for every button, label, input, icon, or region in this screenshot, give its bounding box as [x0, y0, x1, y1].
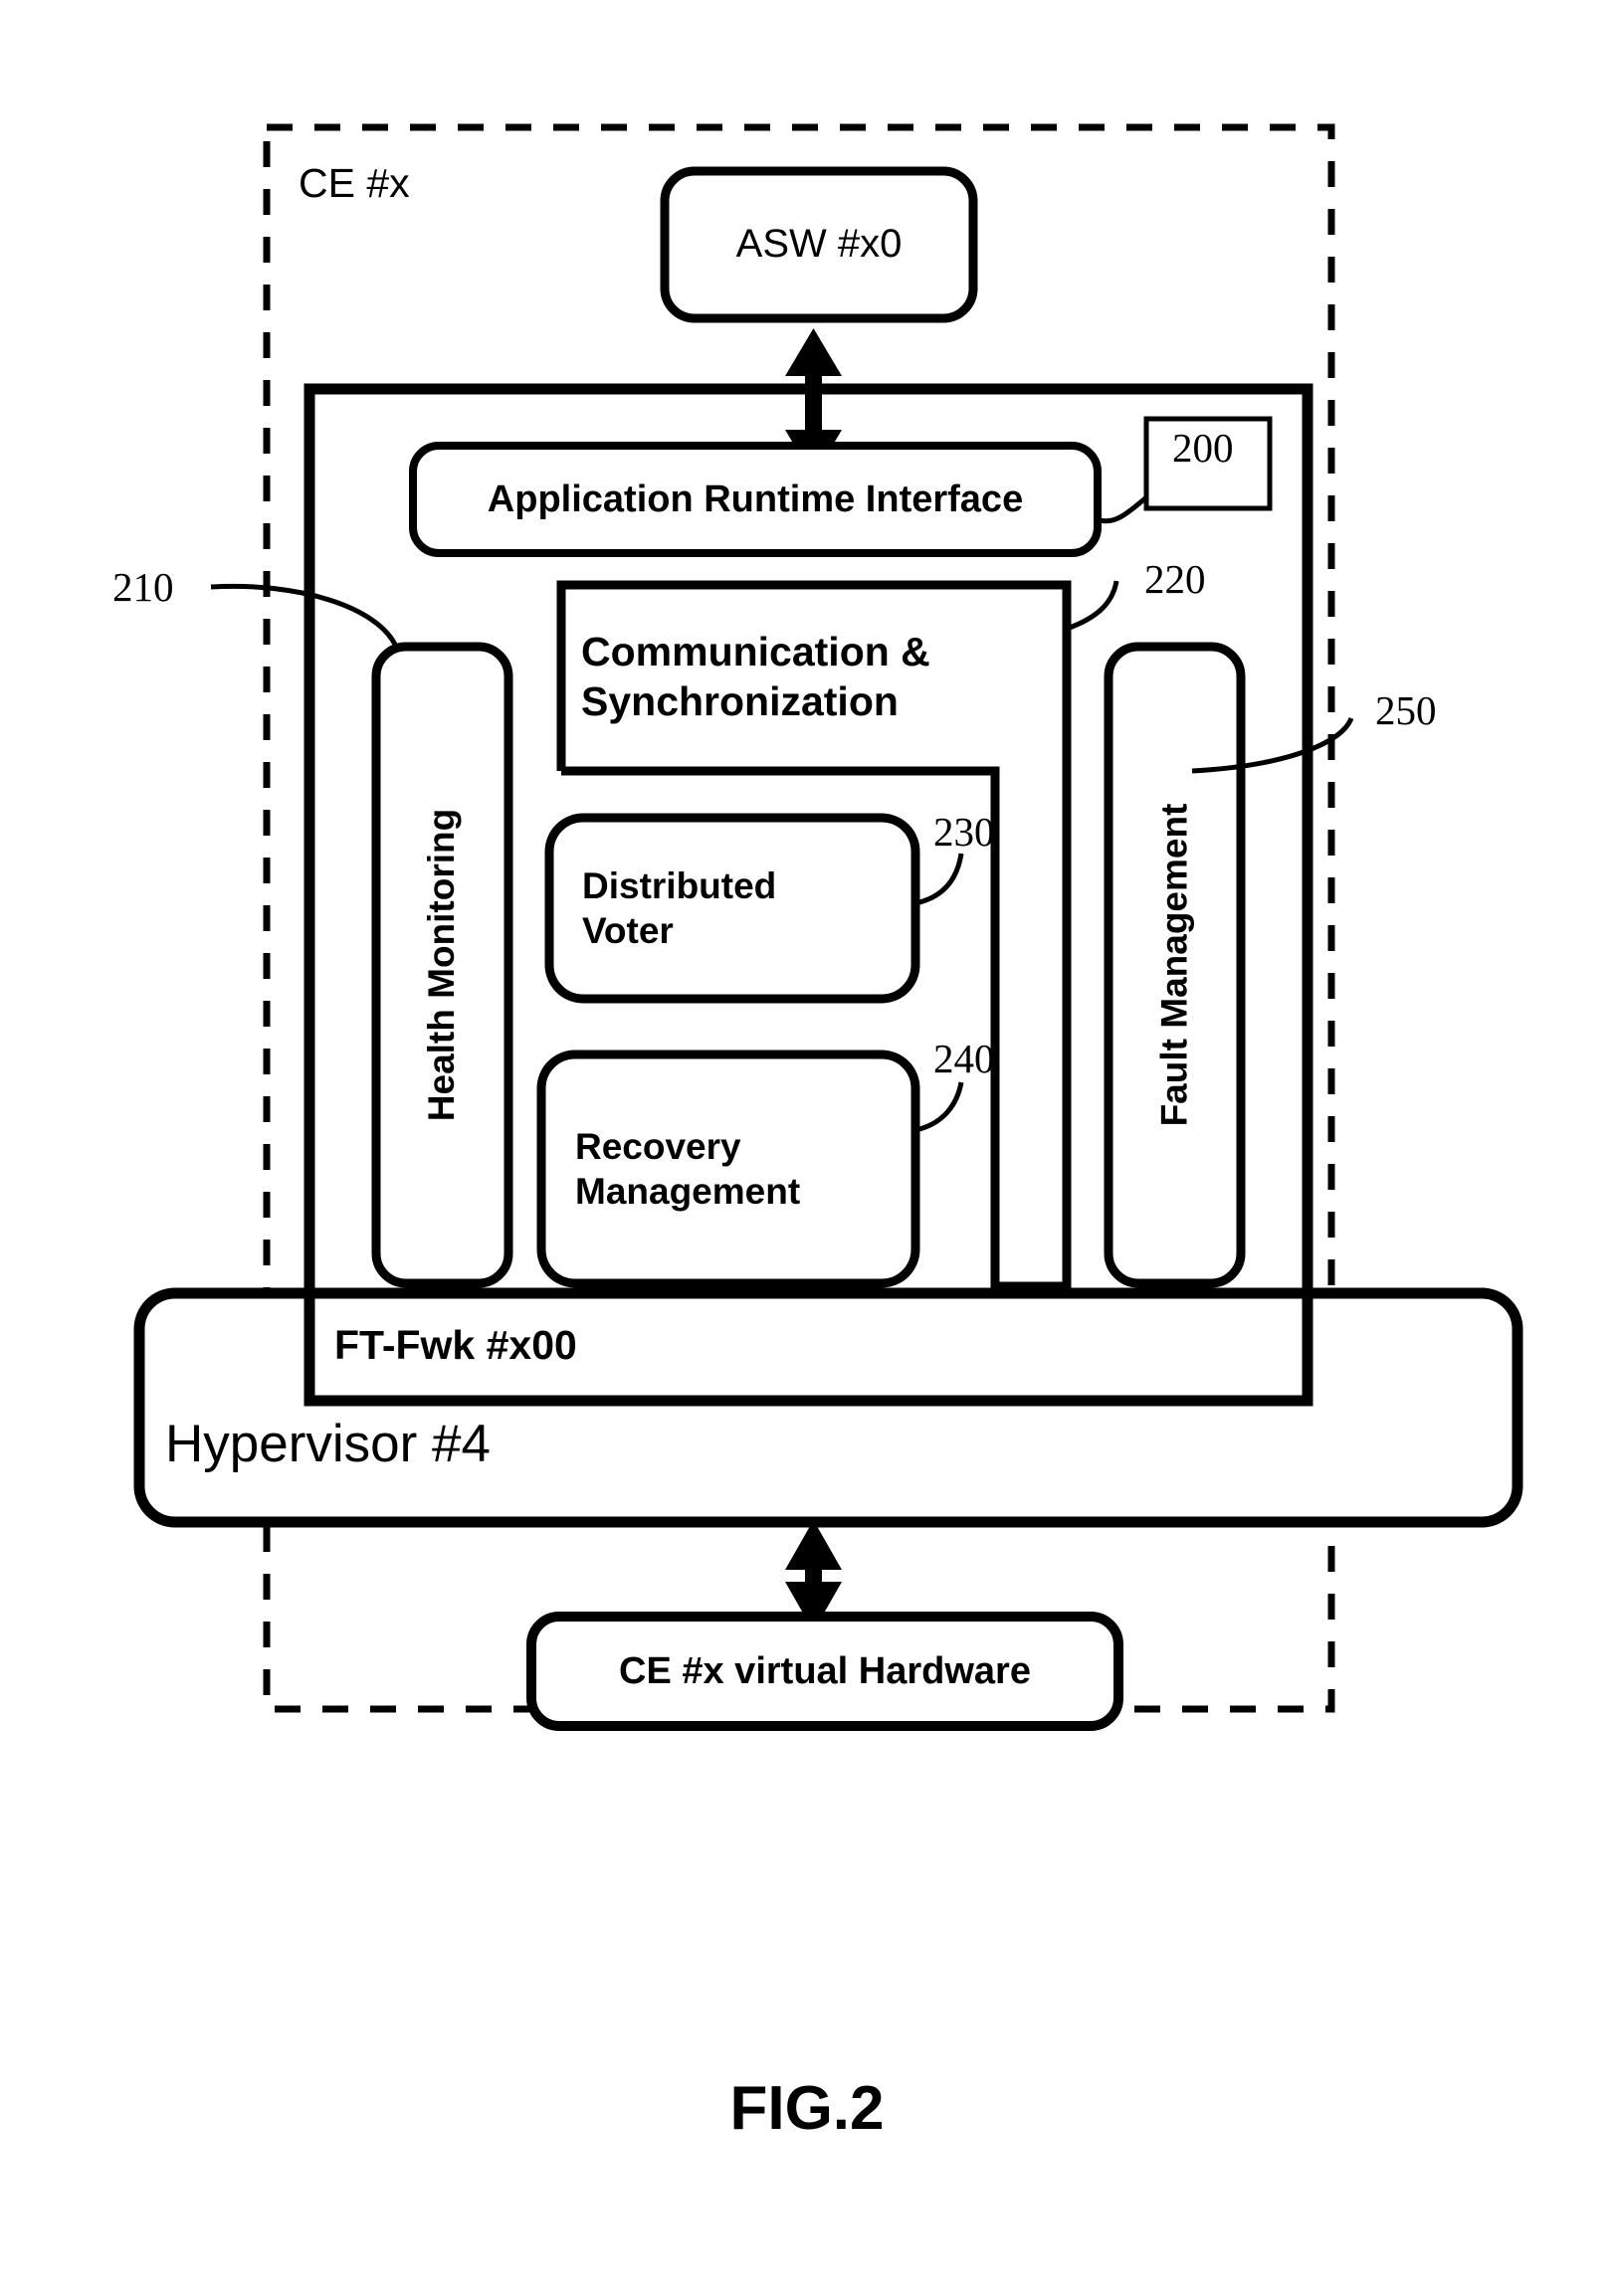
ref-230-leader [914, 853, 964, 906]
health-monitoring-label: Health Monitoring [421, 808, 463, 1122]
comm-sync-label-wrap: Communication & Synchronization [581, 597, 1059, 756]
fault-management-label-wrap: Fault Management [1109, 647, 1241, 1283]
distributed-voter-label-wrap: Distributed Voter [582, 818, 901, 999]
ref-numeral-230: 230 [933, 809, 995, 855]
application-runtime-interface-label: Application Runtime Interface [487, 478, 1024, 520]
recovery-management-label-wrap: Recovery Management [575, 1054, 913, 1283]
ref-numeral-200: 200 [1172, 425, 1234, 471]
figure-caption: FIG.2 [729, 2074, 885, 2144]
ref-numeral-250: 250 [1375, 687, 1437, 733]
hypervisor-label: Hypervisor #4 [165, 1414, 491, 1473]
virtual-hardware-label: CE #x virtual Hardware [619, 1649, 1031, 1692]
fault-management-label: Fault Management [1153, 803, 1195, 1127]
patent-figure: CE #x ASW #x0 Application Runtime Interf… [0, 0, 1615, 2296]
distributed-voter-label-line2: Voter [582, 910, 674, 951]
ref-numeral-210: 210 [112, 564, 174, 610]
ref-numeral-220: 220 [1144, 556, 1206, 602]
ref-200-leader [1096, 495, 1148, 524]
comm-sync-label-line1: Communication & [581, 628, 930, 674]
ref-220-leader [1066, 580, 1119, 632]
ce-boundary-label: CE #x [299, 159, 410, 206]
ref-240-leader [914, 1081, 964, 1133]
comm-sync-label-line2: Synchronization [581, 678, 899, 724]
recovery-management-label-line1: Recovery [575, 1125, 741, 1167]
recovery-management-label-line2: Management [575, 1171, 801, 1212]
ref-210-leader [210, 583, 399, 649]
asw-label: ASW #x0 [735, 222, 903, 267]
ft-framework-label: FT-Fwk #x00 [334, 1321, 577, 1368]
health-monitoring-label-wrap: Health Monitoring [376, 647, 508, 1283]
ref-numeral-240: 240 [933, 1036, 995, 1081]
distributed-voter-label-line1: Distributed [582, 864, 777, 906]
